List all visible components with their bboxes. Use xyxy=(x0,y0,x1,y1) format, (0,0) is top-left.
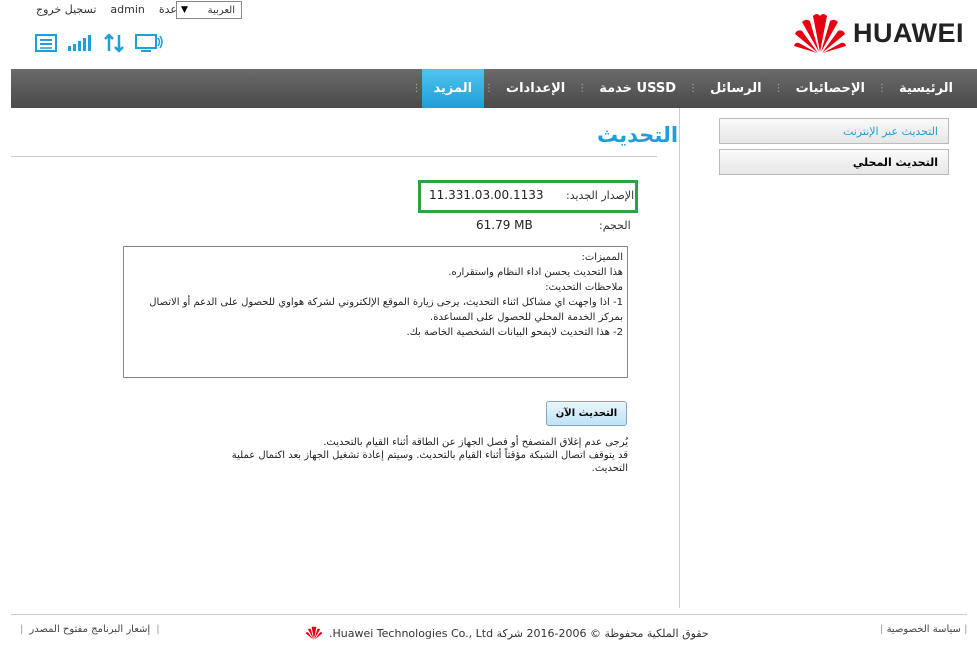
new-version-value: 11.331.03.00.1133 xyxy=(429,188,544,202)
warning-line: يُرجى عدم إغلاق المتصفح أو فصل الجهاز عن… xyxy=(323,437,628,448)
nav-separator: ⋮ xyxy=(688,83,699,94)
footer-right: | سياسة الخصوصية | xyxy=(880,624,968,635)
nav-ussd[interactable]: خدمة USSD xyxy=(587,69,688,108)
notes-line: المميزات: xyxy=(581,252,623,263)
nav-home[interactable]: الرئيسية xyxy=(887,69,965,108)
release-notes: المميزات: هذا التحديث يحسن اداء النظام و… xyxy=(123,246,628,378)
header: تسجيل خروج admin مساعدة ▼ العربية xyxy=(0,0,977,69)
open-source-notice-link[interactable]: إشعار البرنامج مفتوح المصدر xyxy=(29,624,150,635)
language-select[interactable]: ▼ العربية xyxy=(176,1,242,19)
nav-separator: ⋮ xyxy=(773,83,784,94)
privacy-policy-link[interactable]: سياسة الخصوصية xyxy=(887,624,961,635)
nav-separator: ⋮ xyxy=(484,83,495,94)
status-icons xyxy=(35,33,165,56)
huawei-flower-icon xyxy=(305,626,323,640)
notes-line: ملاحظات التحديث: xyxy=(545,282,623,293)
footer-left: | إشعار البرنامج مفتوح المصدر | xyxy=(20,624,160,635)
new-version-label: الإصدار الجديد: xyxy=(566,189,635,202)
nav-more[interactable]: المزيد xyxy=(421,69,485,108)
signal-icon xyxy=(67,34,93,55)
main-nav: الرئيسية ⋮ الإحصائيات ⋮ الرسائل ⋮ خدمة U… xyxy=(11,69,977,108)
nav-separator: ⋮ xyxy=(876,83,887,94)
sidebar-divider xyxy=(679,108,680,608)
nav-separator: ⋮ xyxy=(411,83,422,94)
nav-sms[interactable]: الرسائل xyxy=(698,69,774,108)
username: admin xyxy=(110,3,145,16)
sms-icon[interactable] xyxy=(35,34,57,55)
title-divider xyxy=(11,156,657,157)
notes-line: 2- هذا التحديث لايمحو البيانات الشخصية ا… xyxy=(406,327,623,338)
chevron-down-icon: ▼ xyxy=(181,5,188,15)
copyright-text: حقوق الملكية محفوظة © 2006-2016 شركة Hua… xyxy=(329,626,709,640)
footer-copyright: حقوق الملكية محفوظة © 2006-2016 شركة Hua… xyxy=(305,626,709,640)
nav-settings[interactable]: الإعدادات xyxy=(494,69,577,108)
top-links: تسجيل خروج admin مساعدة xyxy=(36,3,196,16)
sidebar-item-local-update[interactable]: التحديث المحلي xyxy=(719,149,949,175)
huawei-flower-icon xyxy=(794,14,846,53)
footer-divider xyxy=(11,614,967,615)
notes-line: هذا التحديث يحسن اداء النظام واستقراره. xyxy=(448,267,623,278)
language-value: العربية xyxy=(207,4,235,16)
brand-name: HUAWEI xyxy=(853,17,964,48)
wifi-device-icon xyxy=(135,33,165,56)
warning-line: قد يتوقف اتصال الشبكة مؤقتاً أثناء القيا… xyxy=(231,450,628,474)
update-now-button[interactable]: التحديث الآن xyxy=(546,401,627,426)
huawei-logo: HUAWEI xyxy=(793,12,964,54)
page-title: التحديث xyxy=(597,123,679,147)
sidebar-item-online-update[interactable]: التحديث عبر الإنترنت xyxy=(719,118,949,144)
size-label: الحجم: xyxy=(599,219,631,232)
logout-link[interactable]: تسجيل خروج xyxy=(36,3,96,16)
size-value: 61.79 MB xyxy=(476,218,533,232)
notes-line: 1- اذا واجهت اي مشاكل اثناء التحديث، يرج… xyxy=(149,297,623,323)
update-warnings: يُرجى عدم إغلاق المتصفح أو فصل الجهاز عن… xyxy=(230,436,628,475)
nav-separator: ⋮ xyxy=(577,83,588,94)
nav-statistics[interactable]: الإحصائيات xyxy=(784,69,877,108)
data-transfer-icon xyxy=(103,33,125,56)
